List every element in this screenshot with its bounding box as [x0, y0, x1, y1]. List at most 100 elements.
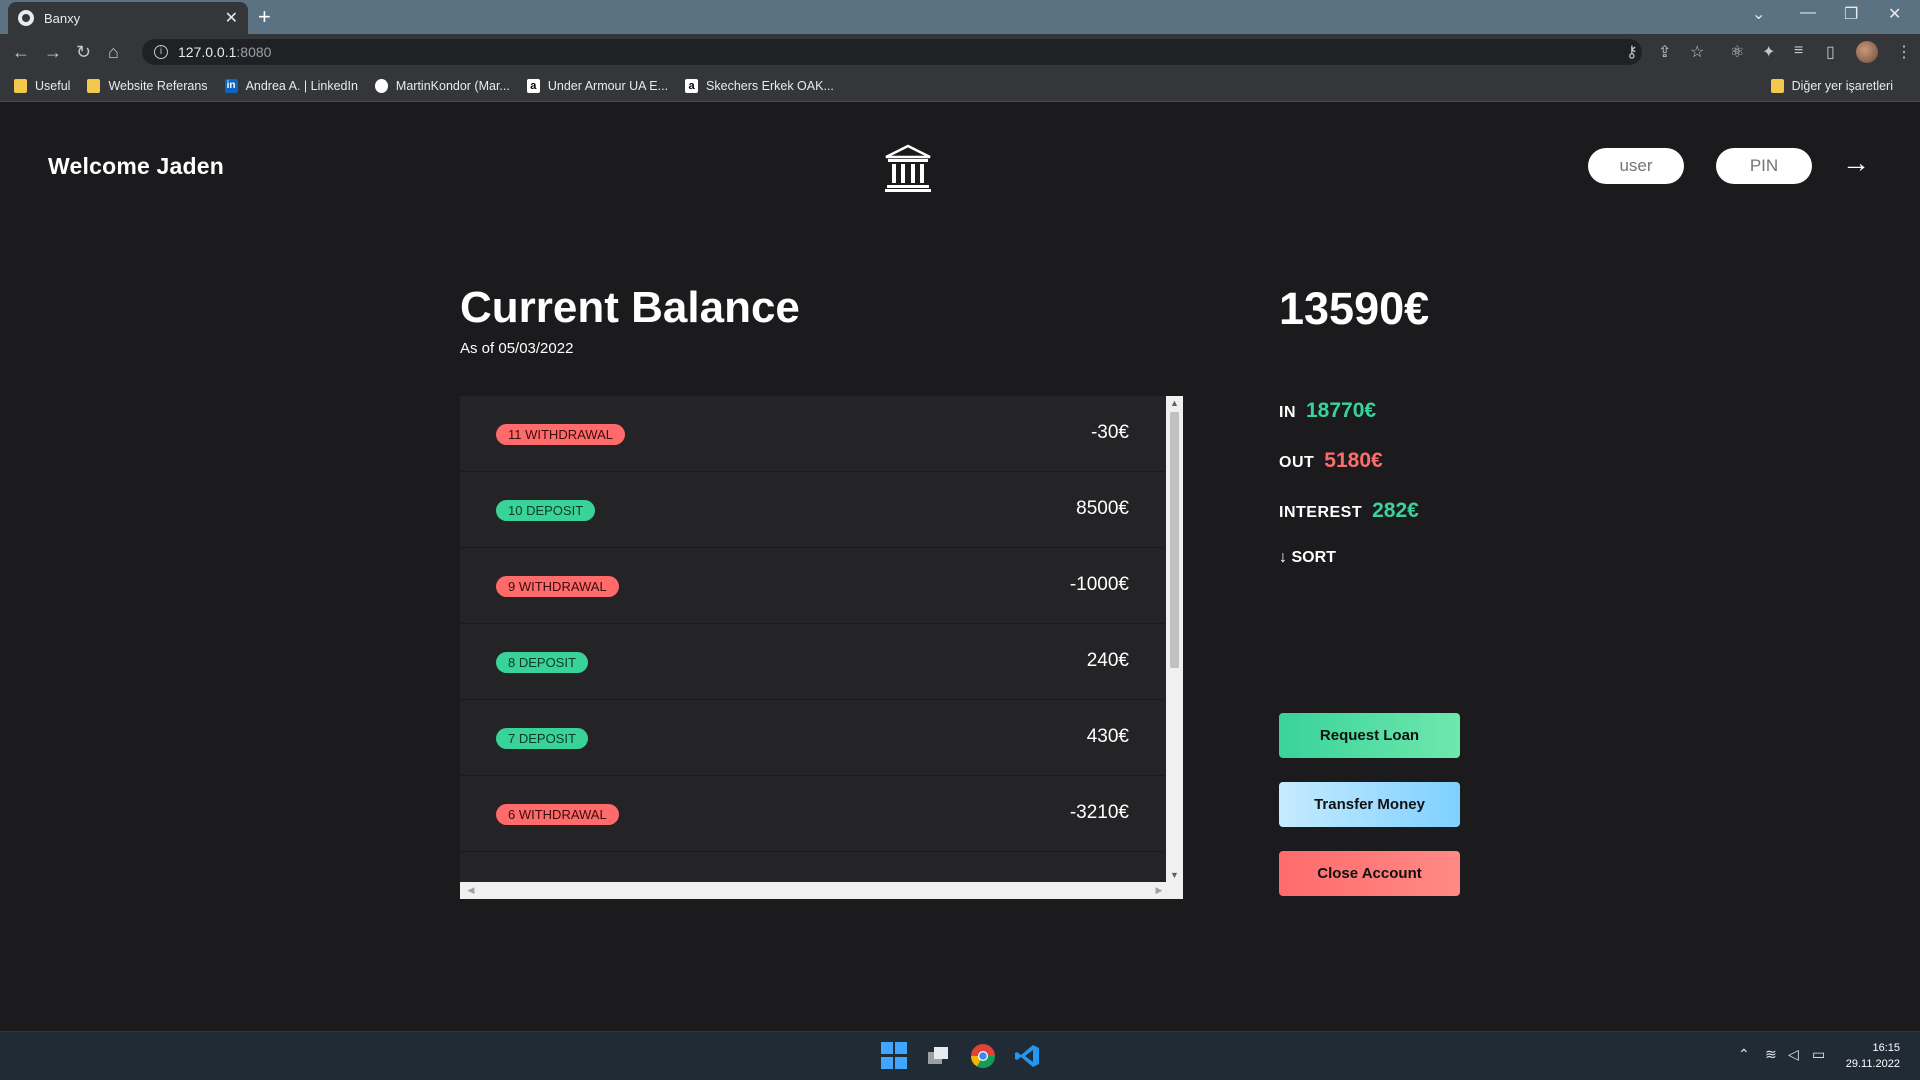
amazon-icon: a [526, 78, 540, 93]
vscode-icon[interactable] [1013, 1042, 1041, 1070]
system-clock[interactable]: 16:15 29.11.2022 [1846, 1040, 1900, 1072]
linkedin-icon: in [224, 78, 238, 93]
bookmarks-bar: Useful Website Referans in Andrea A. | Li… [0, 70, 1920, 102]
globe-icon [18, 10, 34, 26]
movement-row: 11 WITHDRAWAL -30€ [460, 396, 1165, 472]
folder-icon [14, 78, 27, 93]
chrome-icon[interactable] [969, 1042, 997, 1070]
scroll-up-icon[interactable]: ▲ [1166, 396, 1183, 410]
movement-type-badge: 10 DEPOSIT [496, 500, 596, 521]
summary-in-value: 18770€ [1306, 399, 1377, 422]
movement-type-badge: 7 DEPOSIT [496, 728, 588, 749]
other-bookmarks[interactable]: Diğer yer işaretleri [1770, 70, 1893, 102]
bookmark-website-referans[interactable]: Website Referans [87, 78, 208, 93]
movement-row: 6 WITHDRAWAL -3210€ [460, 776, 1165, 852]
banking-app: Welcome Jaden → Current Balance As of 05… [0, 103, 1920, 1031]
transfer-money-button[interactable]: Transfer Money [1279, 782, 1460, 827]
bookmark-amazon-2[interactable]: a Skechers Erkek OAK... [685, 78, 834, 93]
url-port: :8080 [236, 44, 272, 60]
summary-out-label: OUT [1279, 454, 1315, 471]
vertical-scrollbar[interactable]: ▲ ▼ [1166, 396, 1183, 882]
summary-out-value: 5180€ [1324, 449, 1383, 472]
movement-amount: 240€ [1086, 650, 1129, 671]
pin-input[interactable] [1716, 148, 1812, 184]
site-info-icon[interactable]: i [154, 45, 168, 59]
welcome-message: Welcome Jaden [48, 153, 225, 179]
extensions-icon[interactable]: ✦ [1762, 42, 1775, 62]
close-account-button[interactable]: Close Account [1279, 851, 1460, 896]
movements-list[interactable]: 11 WITHDRAWAL -30€ 10 DEPOSIT 8500€ 9 WI… [460, 396, 1183, 899]
movement-amount: 430€ [1086, 726, 1129, 747]
amazon-icon: a [685, 78, 699, 93]
bookmark-amazon-1[interactable]: a Under Armour UA E... [526, 78, 668, 93]
movement-type-badge: 6 WITHDRAWAL [496, 804, 619, 825]
scroll-right-icon[interactable]: ▶ [1152, 882, 1166, 899]
menu-icon[interactable]: ⋮ [1896, 42, 1912, 62]
movement-row: 10 DEPOSIT 8500€ [460, 472, 1165, 548]
clock-date: 29.11.2022 [1845, 1058, 1900, 1070]
forward-icon[interactable]: → [44, 42, 62, 63]
back-icon[interactable]: ← [12, 42, 30, 63]
taskbar: ⌃ ≋ ◁ ▭ 16:15 29.11.2022 [0, 1031, 1920, 1080]
side-panel-icon[interactable]: ▯ [1826, 42, 1835, 62]
wifi-icon[interactable]: ≋ [1765, 1046, 1777, 1063]
username-input[interactable] [1588, 148, 1684, 184]
summary-in-label: IN [1279, 404, 1296, 421]
summary-interest-label: INTEREST [1279, 504, 1363, 521]
folder-icon [87, 78, 101, 93]
login-arrow-button[interactable]: → [1842, 147, 1870, 179]
balance-title: Current Balance [460, 283, 800, 332]
bank-icon [885, 144, 931, 192]
folder-icon [1770, 79, 1784, 93]
horizontal-scrollbar[interactable]: ◀ ▶ [460, 882, 1183, 899]
clock-time: 16:15 [1872, 1042, 1900, 1054]
github-icon [374, 78, 388, 93]
tab-title: Banxy [44, 10, 81, 26]
browser-tab-bar: Banxy ✕ + ⌄ — ❐ ✕ [0, 0, 1920, 34]
summary-interest-value: 282€ [1372, 499, 1419, 522]
browser-tab[interactable]: Banxy ✕ [8, 2, 248, 34]
tab-search-icon[interactable]: ⌄ [1752, 4, 1765, 24]
profile-avatar[interactable] [1856, 41, 1878, 63]
movement-row: 8 DEPOSIT 240€ [460, 624, 1165, 700]
close-tab-icon[interactable]: ✕ [225, 8, 238, 28]
movement-row: 7 DEPOSIT 430€ [460, 700, 1165, 776]
tray-overflow-icon[interactable]: ⌃ [1738, 1046, 1750, 1063]
movement-amount: -3210€ [1069, 802, 1129, 823]
address-bar[interactable]: i 127.0.0.1:8080 [142, 39, 1642, 65]
media-icon[interactable]: ≡ [1794, 42, 1803, 60]
task-view-icon[interactable] [924, 1042, 952, 1070]
bookmark-useful[interactable]: Useful [14, 78, 70, 93]
battery-icon[interactable]: ▭ [1812, 1046, 1825, 1063]
sort-button[interactable]: ↓ SORT [1279, 549, 1336, 567]
request-loan-button[interactable]: Request Loan [1279, 713, 1460, 758]
volume-icon[interactable]: ◁ [1788, 1046, 1799, 1063]
bookmark-github[interactable]: MartinKondor (Mar... [374, 78, 510, 93]
scrollbar-thumb[interactable] [1170, 412, 1179, 668]
key-icon[interactable]: ⚷ [1626, 42, 1638, 62]
bookmark-linkedin[interactable]: in Andrea A. | LinkedIn [224, 78, 358, 93]
browser-toolbar: ← → ↻ ⌂ i 127.0.0.1:8080 ⚷ ⇪ ☆ ⚛ ✦ ≡ ▯ ⋮ [0, 34, 1920, 70]
balance-value: 13590€ [1279, 283, 1430, 334]
minimize-icon[interactable]: — [1800, 4, 1816, 22]
bookmark-star-icon[interactable]: ☆ [1690, 42, 1704, 62]
restore-icon[interactable]: ❐ [1844, 4, 1858, 24]
reload-icon[interactable]: ↻ [76, 42, 91, 63]
movement-amount: -30€ [1090, 422, 1129, 443]
scroll-down-icon[interactable]: ▼ [1166, 868, 1183, 882]
home-icon[interactable]: ⌂ [108, 42, 119, 63]
movement-type-badge: 11 WITHDRAWAL [496, 424, 625, 445]
react-devtools-icon[interactable]: ⚛ [1730, 42, 1744, 62]
movement-row: 9 WITHDRAWAL -1000€ [460, 548, 1165, 624]
movement-type-badge: 9 WITHDRAWAL [496, 576, 619, 597]
movement-type-badge: 8 DEPOSIT [496, 652, 588, 673]
new-tab-icon[interactable]: + [258, 4, 271, 30]
close-window-icon[interactable]: ✕ [1888, 4, 1901, 24]
balance-date: As of 05/03/2022 [460, 340, 574, 357]
movement-amount: -1000€ [1069, 574, 1129, 595]
share-icon[interactable]: ⇪ [1658, 42, 1671, 62]
movement-amount: 8500€ [1076, 498, 1129, 519]
summary-out: OUT 5180€ [1279, 449, 1383, 473]
scroll-left-icon[interactable]: ◀ [464, 882, 478, 899]
windows-start-icon[interactable] [881, 1042, 909, 1070]
